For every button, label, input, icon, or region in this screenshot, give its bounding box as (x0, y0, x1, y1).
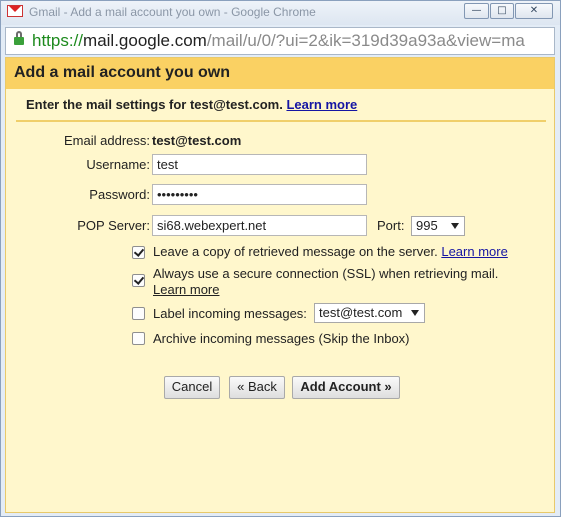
window-title: Gmail - Add a mail account you own - Goo… (29, 5, 316, 19)
browser-window: Gmail - Add a mail account you own - Goo… (0, 0, 561, 517)
leave-copy-label: Leave a copy of retrieved message on the… (153, 244, 438, 259)
label-incoming-checkbox[interactable] (132, 307, 145, 320)
username-label: Username: (86, 157, 150, 172)
secure-ssl-learn-more-link[interactable]: Learn more (153, 282, 219, 297)
dialog-header: Add a mail account you own (6, 58, 554, 89)
gmail-icon (7, 5, 23, 17)
secure-ssl-checkbox[interactable] (132, 274, 145, 287)
leave-copy-option: Leave a copy of retrieved message on the… (153, 244, 508, 259)
label-incoming-select[interactable]: test@test.com (314, 303, 425, 323)
archive-label: Archive incoming messages (Skip the Inbo… (153, 331, 410, 346)
port-select[interactable]: 995 (411, 216, 465, 236)
back-button[interactable]: « Back (229, 376, 285, 399)
label-incoming-value: test@test.com (319, 305, 403, 320)
url-host: mail.google.com (83, 31, 207, 50)
subtitle-text: Enter the mail settings for test@test.co… (26, 97, 283, 112)
secure-ssl-label: Always use a secure connection (SSL) whe… (153, 266, 499, 281)
title-bar[interactable]: Gmail - Add a mail account you own - Goo… (1, 1, 560, 25)
learn-more-link[interactable]: Learn more (286, 97, 357, 112)
url-scheme: https:// (32, 31, 84, 50)
url-path: /mail/u/0/?ui=2&ik=319d39a93a&view=ma (206, 31, 525, 50)
email-value: test@test.com (152, 133, 242, 148)
add-account-button[interactable]: Add Account » (292, 376, 400, 399)
pop-server-input[interactable]: si68.webexpert.net (152, 215, 367, 236)
divider (16, 120, 546, 122)
email-label: Email address: (64, 133, 150, 148)
archive-checkbox[interactable] (132, 332, 145, 345)
address-bar[interactable]: https://mail.google.com/mail/u/0/?ui=2&i… (5, 27, 555, 55)
password-label: Password: (89, 187, 150, 202)
cancel-button[interactable]: Cancel (164, 376, 220, 399)
minimize-button[interactable]: — (464, 3, 489, 19)
chevron-down-icon (451, 223, 459, 229)
chevron-down-icon (411, 310, 419, 316)
lock-icon (14, 31, 24, 45)
password-input[interactable]: ••••••••• (152, 184, 367, 205)
dialog-subtitle: Enter the mail settings for test@test.co… (26, 97, 357, 112)
add-mail-account-dialog: Add a mail account you own Enter the mai… (5, 57, 555, 513)
leave-copy-checkbox[interactable] (132, 246, 145, 259)
username-input[interactable]: test (152, 154, 367, 175)
port-label: Port: (377, 218, 405, 233)
pop-server-label: POP Server: (77, 218, 150, 233)
close-button[interactable]: ✕ (515, 3, 553, 19)
port-value: 995 (416, 218, 438, 233)
maximize-button[interactable]: □ (490, 3, 514, 19)
url-text[interactable]: https://mail.google.com/mail/u/0/?ui=2&i… (32, 31, 525, 51)
dialog-title: Add a mail account you own (14, 64, 231, 81)
label-incoming-label: Label incoming messages: (153, 306, 307, 321)
leave-copy-learn-more-link[interactable]: Learn more (441, 244, 507, 259)
